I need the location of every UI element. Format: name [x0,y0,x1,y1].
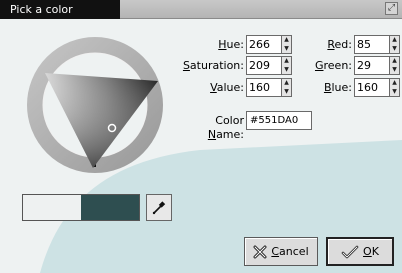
blue-spinbutton[interactable]: 160 ▲ ▼ [354,78,400,97]
green-value[interactable]: 29 [355,57,389,74]
green-spinbutton[interactable]: 29 ▲ ▼ [354,56,400,75]
red-spinbutton[interactable]: 85 ▲ ▼ [354,35,400,54]
previous-color-swatch[interactable] [23,195,81,220]
saturation-spinbutton[interactable]: 209 ▲ ▼ [246,56,292,75]
hue-spinbutton[interactable]: 266 ▲ ▼ [246,35,292,54]
saturation-value[interactable]: 209 [247,57,281,74]
ok-label: OK [363,245,379,258]
hue-down-arrow-icon[interactable]: ▼ [282,45,291,54]
x-mark-icon [253,245,267,258]
hue-value[interactable]: 266 [247,36,281,53]
value-down-arrow-icon[interactable]: ▼ [282,88,291,97]
saturation-label: Saturation: [182,59,244,72]
green-up-arrow-icon[interactable]: ▲ [390,57,399,66]
saturation-up-arrow-icon[interactable]: ▲ [282,57,291,66]
red-down-arrow-icon[interactable]: ▼ [390,45,399,54]
ok-button[interactable]: OK [326,237,394,266]
saturation-down-arrow-icon[interactable]: ▼ [282,66,291,75]
red-up-arrow-icon[interactable]: ▲ [390,36,399,45]
color-name-input[interactable]: #551DA0 [246,111,312,130]
value-label: Value: [210,81,244,94]
color-name-label: Color Name: [207,114,244,141]
value-spinbutton[interactable]: 160 ▲ ▼ [246,78,292,97]
value-value[interactable]: 160 [247,79,281,96]
color-swatch [22,194,140,221]
hand-check-icon [341,245,359,258]
blue-value[interactable]: 160 [355,79,389,96]
blue-down-arrow-icon[interactable]: ▼ [390,88,399,97]
blue-up-arrow-icon[interactable]: ▲ [390,79,399,88]
red-value[interactable]: 85 [355,36,389,53]
green-label: Green: [314,59,352,72]
red-label: Red: [327,38,352,51]
value-up-arrow-icon[interactable]: ▲ [282,79,291,88]
eyedropper-icon [152,200,166,214]
cancel-button[interactable]: Cancel [244,237,318,266]
blue-label: Blue: [323,81,352,94]
cancel-label: Cancel [271,245,309,258]
hue-label: Hue: [218,38,244,51]
current-color-swatch [81,195,139,220]
eyedropper-button[interactable] [146,194,172,221]
green-down-arrow-icon[interactable]: ▼ [390,66,399,75]
hue-up-arrow-icon[interactable]: ▲ [282,36,291,45]
